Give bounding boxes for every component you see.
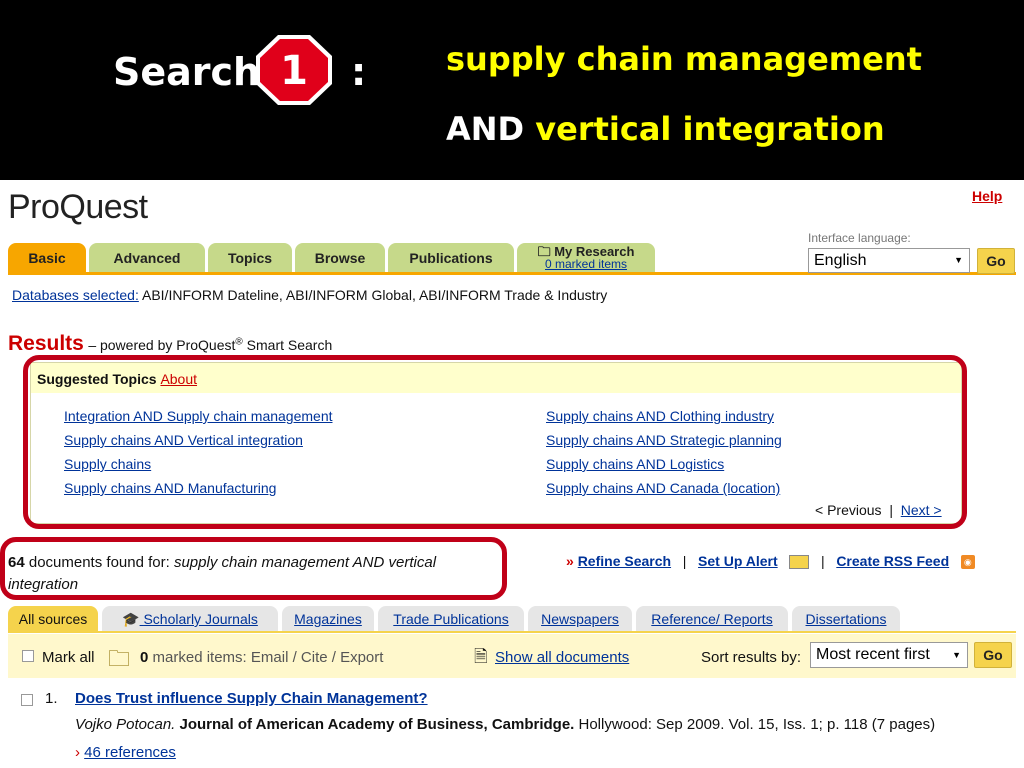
email-cite-export: Email / Cite / Export bbox=[250, 649, 384, 666]
marked-items: 0 marked items: Email / Cite / Export bbox=[140, 649, 383, 666]
set-up-alert-link[interactable]: Set Up Alert bbox=[698, 553, 778, 569]
tab-publications[interactable]: Publications bbox=[388, 243, 514, 273]
marked-items-text: marked items: bbox=[152, 649, 247, 666]
document-journal: Journal of American Academy of Business,… bbox=[179, 716, 575, 733]
document-icon: 🗎 bbox=[474, 647, 488, 666]
document-citation: Vojko Potocan. Journal of American Acade… bbox=[75, 716, 935, 733]
sort-go-button[interactable]: Go bbox=[974, 642, 1012, 668]
scholarly-label: Scholarly Journals bbox=[143, 611, 258, 627]
query-line-2-term: vertical integration bbox=[535, 110, 885, 148]
result-actions: » Refine Search | Set Up Alert | Create … bbox=[566, 553, 975, 570]
results-title: Results bbox=[8, 332, 84, 355]
tab-trade-publications[interactable]: Trade Publications bbox=[378, 606, 524, 632]
chevron-right-icon: › bbox=[75, 744, 80, 761]
mark-all-label: Mark all bbox=[42, 649, 95, 666]
sort-value: Most recent first bbox=[816, 646, 930, 663]
tab-topics[interactable]: Topics bbox=[208, 243, 292, 273]
powered-by: – powered by ProQuest® Smart Search bbox=[88, 336, 333, 353]
language-go-button[interactable]: Go bbox=[977, 248, 1015, 274]
tab-newspapers[interactable]: Newspapers bbox=[528, 606, 632, 632]
results-header: Results – powered by ProQuest® Smart Sea… bbox=[8, 332, 332, 356]
powered-prefix: – powered by ProQuest bbox=[88, 337, 236, 353]
document-author: Vojko Potocan. bbox=[75, 716, 176, 733]
proquest-logo: ProQuest bbox=[8, 188, 148, 226]
databases-selected: Databases selected: ABI/INFORM Dateline,… bbox=[12, 287, 607, 303]
slide-banner: Search 1 : supply chain management AND v… bbox=[0, 0, 1024, 180]
stop-sign-icon: 1 bbox=[256, 35, 332, 105]
create-rss-link[interactable]: Create RSS Feed bbox=[836, 553, 949, 569]
rss-icon[interactable]: ◉ bbox=[960, 555, 975, 570]
tab-magazines[interactable]: Magazines bbox=[282, 606, 374, 632]
search-word: Search bbox=[113, 50, 261, 94]
tab-browse[interactable]: Browse bbox=[295, 243, 385, 273]
references-row: › 46 references bbox=[75, 744, 176, 761]
marked-items-link[interactable]: 0 marked items bbox=[517, 258, 655, 271]
help-link[interactable]: Help bbox=[972, 188, 1002, 204]
document-number: 1. bbox=[45, 690, 58, 707]
envelope-icon[interactable] bbox=[789, 555, 810, 570]
tab-reference-reports[interactable]: Reference/ Reports bbox=[636, 606, 788, 632]
references-link[interactable]: 46 references bbox=[84, 744, 176, 761]
registered-mark: ® bbox=[235, 336, 243, 348]
tab-scholarly-journals[interactable]: 🎓 Scholarly Journals bbox=[102, 606, 278, 632]
tab-my-research[interactable]: 🗀 My Research 0 marked items bbox=[517, 243, 655, 273]
databases-value: ABI/INFORM Dateline, ABI/INFORM Global, … bbox=[141, 287, 608, 303]
query-and: AND bbox=[446, 110, 525, 148]
folder-icon: 🗀 bbox=[108, 646, 131, 671]
banner-colon: : bbox=[351, 50, 367, 94]
refine-search-link[interactable]: Refine Search bbox=[578, 553, 671, 569]
document-checkbox[interactable] bbox=[21, 694, 33, 706]
marked-count: 0 bbox=[140, 649, 149, 666]
document-details: Hollywood: Sep 2009. Vol. 15, Iss. 1; p.… bbox=[574, 716, 936, 733]
dropdown-arrow-icon: ▼ bbox=[952, 650, 961, 660]
source-tab-underline bbox=[8, 631, 1016, 633]
tab-all-sources[interactable]: All sources bbox=[8, 606, 98, 632]
document-title-link[interactable]: Does Trust influence Supply Chain Manage… bbox=[75, 690, 428, 707]
highlight-frame-topics bbox=[23, 355, 967, 529]
show-all-documents-link[interactable]: Show all documents bbox=[495, 649, 629, 666]
language-value: English bbox=[814, 252, 867, 269]
tab-advanced[interactable]: Advanced bbox=[89, 243, 205, 273]
powered-suffix: Smart Search bbox=[242, 337, 333, 353]
graduation-cap-icon: 🎓 bbox=[122, 611, 140, 627]
sort-select[interactable]: Most recent first ▼ bbox=[810, 642, 968, 668]
query-line-2: AND vertical integration bbox=[446, 110, 885, 148]
query-line-1: supply chain management bbox=[446, 40, 922, 78]
dropdown-arrow-icon: ▼ bbox=[954, 255, 963, 265]
double-arrow-icon: » bbox=[566, 553, 574, 569]
interface-language-label: Interface language: bbox=[808, 231, 911, 245]
tab-dissertations[interactable]: Dissertations bbox=[792, 606, 900, 632]
language-select[interactable]: English ▼ bbox=[808, 248, 970, 273]
stop-number: 1 bbox=[280, 48, 308, 94]
action-separator: | bbox=[821, 553, 825, 569]
sort-label: Sort results by: bbox=[701, 649, 802, 666]
action-separator: | bbox=[682, 553, 687, 569]
databases-selected-link[interactable]: Databases selected: bbox=[12, 287, 139, 303]
mark-all-checkbox[interactable] bbox=[22, 650, 34, 662]
highlight-frame-count bbox=[0, 537, 507, 600]
tab-basic[interactable]: Basic bbox=[8, 243, 86, 273]
